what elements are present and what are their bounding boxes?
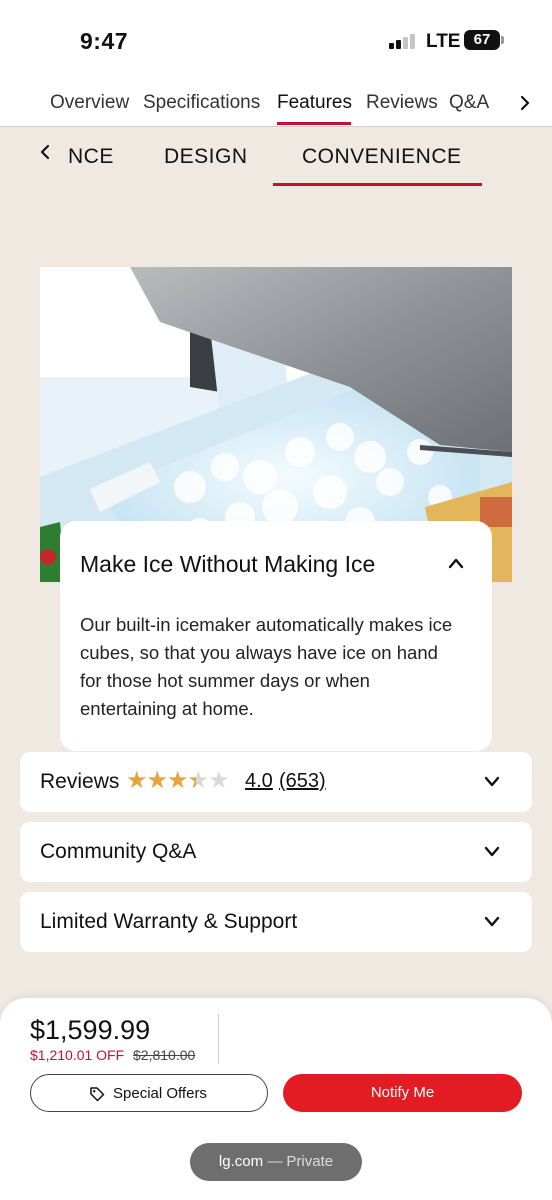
nav-tab-reviews[interactable]: Reviews: [366, 92, 438, 114]
sub-tab-performance[interactable]: NCE: [68, 145, 114, 169]
cellular-signal-icon: [389, 33, 419, 49]
warranty-support-label: Limited Warranty & Support: [40, 910, 298, 933]
warranty-support-accordion[interactable]: Limited Warranty & Support: [20, 892, 532, 952]
chevron-left-icon[interactable]: [38, 143, 52, 161]
status-time: 9:47: [80, 28, 129, 54]
star-icon: ★: [208, 767, 229, 794]
nav-tab-specifications[interactable]: Specifications: [143, 92, 260, 114]
star-icon: ★★: [187, 767, 209, 794]
special-offers-button[interactable]: Special Offers: [30, 1074, 268, 1112]
browser-url-bar[interactable]: lg.com — Private: [190, 1143, 362, 1181]
nav-active-indicator: [277, 122, 351, 125]
community-qa-accordion[interactable]: Community Q&A: [20, 822, 532, 882]
feature-description: Our built-in icemaker automatically make…: [80, 614, 453, 719]
current-price: $1,599.99: [30, 1015, 151, 1045]
battery-cap: [501, 36, 504, 44]
tag-icon: [90, 1087, 105, 1102]
reviews-label: Reviews: [40, 770, 120, 793]
battery-icon: 67: [464, 30, 500, 50]
star-rating: ★★★★★★: [126, 767, 230, 794]
sub-tab-convenience[interactable]: CONVENIENCE: [302, 145, 462, 169]
star-icon: ★: [167, 767, 188, 794]
rating-value[interactable]: 4.0: [245, 770, 273, 793]
discount-amount: $1,210.01 OFF: [30, 1047, 125, 1063]
star-icon: ★: [146, 767, 168, 794]
chevron-down-icon[interactable]: [482, 844, 502, 860]
status-bar: 9:47 LTE 67: [0, 0, 552, 80]
divider: [218, 1014, 219, 1064]
private-mode-label: — Private: [267, 1153, 334, 1170]
nav-tab-features[interactable]: Features: [277, 92, 352, 114]
reviews-accordion[interactable]: Reviews ★★★★★★ 4.0 (653): [20, 752, 532, 812]
sub-tab-design[interactable]: DESIGN: [164, 145, 248, 169]
url-domain: lg.com: [218, 1153, 264, 1170]
notify-me-button[interactable]: Notify Me: [283, 1074, 522, 1112]
product-nav: Overview Specifications Features Reviews…: [0, 80, 552, 127]
chevron-up-icon[interactable]: [446, 555, 466, 571]
star-icon: ★: [126, 767, 147, 794]
chevron-down-icon[interactable]: [482, 774, 502, 790]
feature-card: Make Ice Without Making Ice Our built-in…: [60, 521, 492, 751]
nav-tab-qa[interactable]: Q&A: [449, 92, 489, 114]
special-offers-label: Special Offers: [113, 1085, 207, 1102]
chevron-right-icon[interactable]: [518, 94, 532, 112]
original-price: $2,810.00: [133, 1047, 196, 1063]
sub-tab-active-indicator: [273, 183, 482, 186]
nav-tab-overview[interactable]: Overview: [50, 92, 129, 114]
chevron-down-icon[interactable]: [482, 914, 502, 930]
community-qa-label: Community Q&A: [40, 840, 197, 863]
network-type: LTE: [426, 31, 461, 52]
review-count[interactable]: (653): [279, 770, 326, 793]
feature-title[interactable]: Make Ice Without Making Ice: [80, 551, 375, 578]
